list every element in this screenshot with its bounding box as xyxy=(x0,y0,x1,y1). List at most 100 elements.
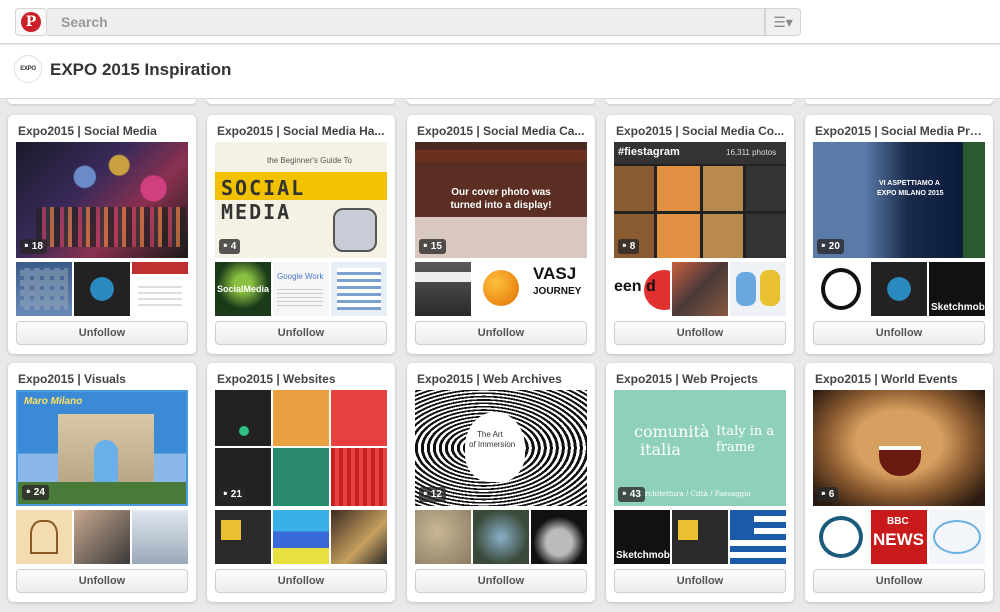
pin-count: ⁍ 18 xyxy=(20,239,47,254)
unfollow-button[interactable]: Unfollow xyxy=(415,569,587,593)
board-card-title[interactable]: Expo2015 | Social Media Ca... xyxy=(417,124,589,138)
board-thumb[interactable] xyxy=(929,510,985,564)
board-thumb[interactable] xyxy=(473,262,529,316)
board-thumb[interactable] xyxy=(331,262,387,316)
previous-card-stub xyxy=(606,99,794,104)
board-thumb[interactable] xyxy=(74,510,130,564)
board-thumb[interactable] xyxy=(672,510,728,564)
board-card[interactable]: Expo2015 | Web Projects comunità italia … xyxy=(606,363,794,602)
board-thumb[interactable] xyxy=(813,510,869,564)
board-thumb[interactable] xyxy=(74,262,130,316)
board-thumb[interactable]: VASJ JOURNEY xyxy=(531,262,587,316)
board-card[interactable]: Expo2015 | Social Media Pro... VI ASPETT… xyxy=(805,115,993,354)
board-cover-image[interactable]: the Beginner's Guide To SOCIAL MEDIA ⁍ 4 xyxy=(215,142,387,258)
cover-caption: italia xyxy=(640,440,681,459)
unfollow-button[interactable]: Unfollow xyxy=(813,321,985,345)
board-cover-image[interactable]: The Art of Immersion ⁍ 12 xyxy=(415,390,587,506)
board-card[interactable]: Expo2015 | Web Archives The Art of Immer… xyxy=(407,363,595,602)
pin-count: ⁍ 24 xyxy=(22,485,49,500)
board-card[interactable]: Expo2015 | Social Media ⁍ 18 Unfollow xyxy=(8,115,196,354)
cover-caption: Our cover photo was turned into a displa… xyxy=(450,187,552,211)
board-thumb[interactable] xyxy=(331,510,387,564)
green-dot xyxy=(239,426,249,436)
unfollow-button[interactable]: Unfollow xyxy=(614,569,786,593)
board-card[interactable]: Expo2015 | Visuals Maro Milano ⁍ 24 Unfo… xyxy=(8,363,196,602)
board-thumb[interactable] xyxy=(730,510,786,564)
arch-opening xyxy=(94,440,118,482)
board-thumb[interactable]: een d xyxy=(614,262,670,316)
thumb-caption: VASJ xyxy=(533,264,577,283)
lion-mouth xyxy=(879,446,921,476)
unfollow-button[interactable]: Unfollow xyxy=(215,321,387,345)
unfollow-button[interactable]: Unfollow xyxy=(614,321,786,345)
pinterest-logo-button[interactable]: P xyxy=(15,8,47,36)
board-card-title[interactable]: Expo2015 | World Events xyxy=(815,372,987,386)
cover-caption: Maro Milano xyxy=(24,396,83,407)
board-thumb[interactable]: BBC NEWS xyxy=(871,510,927,564)
board-card-title[interactable]: Expo2015 | Social Media xyxy=(18,124,190,138)
board-card[interactable]: Expo2015 | World Events ⁍ 6 BBC NEWS Unf… xyxy=(805,363,993,602)
robot-illustration xyxy=(333,208,377,252)
board-thumb[interactable] xyxy=(813,262,869,316)
unfollow-button[interactable]: Unfollow xyxy=(16,569,188,593)
board-title: EXPO 2015 Inspiration xyxy=(50,60,232,79)
form-lines xyxy=(337,268,381,310)
pin-count: ⁍ 6 xyxy=(817,487,839,502)
board-card-title[interactable]: Expo2015 | Social Media Pro... xyxy=(815,124,987,138)
board-card[interactable]: Expo2015 | Social Media Ha... the Beginn… xyxy=(207,115,395,354)
board-cover-image[interactable]: ⁍ 6 xyxy=(813,390,985,506)
thumb-caption: JOURNEY xyxy=(533,286,582,297)
menu-dropdown-button[interactable]: ☰▾ xyxy=(765,8,801,36)
pin-count: ⁍ 15 xyxy=(419,239,446,254)
board-thumb[interactable]: Sketchmob xyxy=(929,262,985,316)
board-cover-image[interactable]: Maro Milano ⁍ 24 xyxy=(16,390,188,506)
unfollow-button[interactable]: Unfollow xyxy=(415,321,587,345)
web-tile xyxy=(678,520,698,540)
app-grid xyxy=(20,268,68,310)
board-thumb[interactable]: SocialMedia xyxy=(215,262,271,316)
board-thumb[interactable] xyxy=(672,262,728,316)
board-thumb[interactable] xyxy=(415,510,471,564)
board-thumb[interactable] xyxy=(16,510,72,564)
board-cover-image[interactable]: ⁍ 18 xyxy=(16,142,188,258)
board-thumb[interactable] xyxy=(871,262,927,316)
board-thumb[interactable] xyxy=(730,262,786,316)
storefront-sign xyxy=(415,272,471,282)
board-card-title[interactable]: Expo2015 | Websites xyxy=(217,372,389,386)
board-card-title[interactable]: Expo2015 | Web Projects xyxy=(616,372,788,386)
board-thumb[interactable]: Sketchmob xyxy=(614,510,670,564)
board-card[interactable]: Expo2015 | Websites ⁍ 21 Unfollow xyxy=(207,363,395,602)
unfollow-button[interactable]: Unfollow xyxy=(215,569,387,593)
board-cover-image[interactable]: VI ASPETTIAMO A EXPO MILANO 2015 ⁍ 20 xyxy=(813,142,985,258)
unfollow-button[interactable]: Unfollow xyxy=(16,321,188,345)
board-card-title[interactable]: Expo2015 | Social Media Co... xyxy=(616,124,788,138)
orange-fruit xyxy=(483,270,519,306)
cover-caption: VI ASPETTIAMO A xyxy=(879,180,940,187)
board-card-title[interactable]: Expo2015 | Visuals xyxy=(18,372,190,386)
board-thumb[interactable] xyxy=(16,262,72,316)
board-thumb[interactable] xyxy=(415,262,471,316)
board-thumb[interactable] xyxy=(273,510,329,564)
cloud-shape xyxy=(933,520,981,554)
board-card-title[interactable]: Expo2015 | Social Media Ha... xyxy=(217,124,389,138)
thumb-caption: SocialMedia xyxy=(217,284,270,294)
unfollow-button[interactable]: Unfollow xyxy=(813,569,985,593)
board-avatar[interactable]: EXPO xyxy=(14,55,42,83)
board-card[interactable]: Expo2015 | Social Media Co... #fiestagra… xyxy=(606,115,794,354)
board-cover-image[interactable]: Our cover photo was turned into a displa… xyxy=(415,142,587,258)
board-thumb[interactable] xyxy=(215,510,271,564)
board-cover-image[interactable]: comunità italia Italy in a frame Archite… xyxy=(614,390,786,506)
board-thumb[interactable]: Google Work xyxy=(273,262,329,316)
web-tile xyxy=(221,520,241,540)
board-card[interactable]: Expo2015 | Social Media Ca... Our cover … xyxy=(407,115,595,354)
board-cover-image[interactable]: #fiestagram 16,311 photos ⁍ 8 xyxy=(614,142,786,258)
search-input[interactable] xyxy=(47,9,764,35)
board-thumb[interactable] xyxy=(132,510,188,564)
board-thumb[interactable] xyxy=(473,510,529,564)
board-card-title[interactable]: Expo2015 | Web Archives xyxy=(417,372,589,386)
knot-logo xyxy=(821,268,861,310)
search-box[interactable] xyxy=(47,8,765,36)
board-cover-image[interactable]: ⁍ 21 xyxy=(215,390,387,506)
board-thumb[interactable] xyxy=(531,510,587,564)
board-thumb[interactable] xyxy=(132,262,188,316)
